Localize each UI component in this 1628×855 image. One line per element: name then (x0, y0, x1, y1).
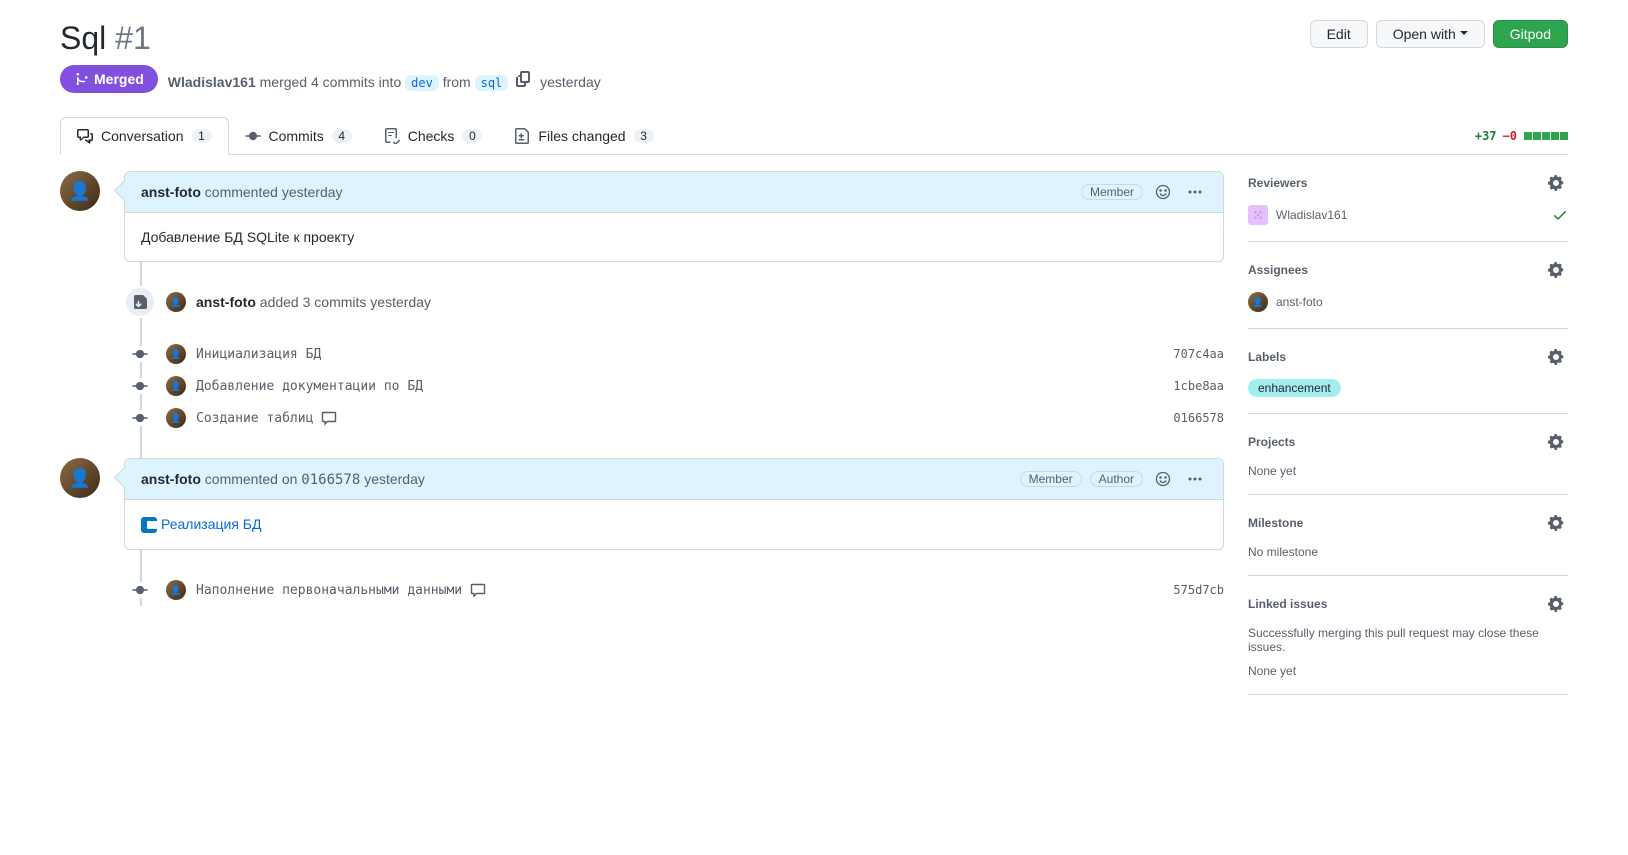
checks-count: 0 (462, 129, 482, 143)
gear-icon[interactable] (1544, 171, 1568, 195)
comment-body: Добавление БД SQLite к проекту (125, 213, 1223, 261)
comment-author[interactable]: anst-foto (141, 184, 201, 200)
commit-message[interactable]: Наполнение первоначальными данными (196, 582, 1163, 598)
avatar[interactable]: 👤 (166, 376, 186, 396)
pr-tabs: Conversation 1 Commits 4 Checks 0 Files … (60, 117, 1568, 155)
state-badge: Merged (60, 65, 158, 93)
diff-stats: +37 −0 (1475, 129, 1568, 143)
reviewers-heading: Reviewers (1248, 176, 1307, 190)
merge-actor[interactable]: Wladislav161 (168, 74, 256, 90)
repo-push-icon (124, 286, 156, 318)
member-badge: Member (1020, 471, 1082, 487)
assignee-name[interactable]: anst-foto (1276, 295, 1323, 309)
avatar[interactable]: 👤 (166, 408, 186, 428)
kebab-icon[interactable] (1183, 467, 1207, 491)
author-badge: Author (1090, 471, 1143, 487)
check-icon (1552, 207, 1568, 223)
avatar[interactable]: 👤 (166, 344, 186, 364)
pr-number: #1 (115, 20, 151, 56)
git-commit-icon (132, 410, 148, 426)
comment-author[interactable]: anst-foto (141, 471, 201, 487)
assignees-heading: Assignees (1248, 263, 1308, 277)
gear-icon[interactable] (1544, 511, 1568, 535)
git-merge-icon (74, 71, 90, 87)
trello-icon (141, 517, 157, 533)
projects-none: None yet (1248, 464, 1568, 478)
commit-sha[interactable]: 1cbe8aa (1173, 379, 1224, 393)
avatar[interactable]: 👤 (1248, 292, 1268, 312)
commit-sha[interactable]: 0166578 (301, 472, 360, 488)
gitpod-button[interactable]: Gitpod (1493, 20, 1568, 48)
comment-time[interactable]: yesterday (282, 184, 343, 200)
file-diff-icon (514, 128, 530, 144)
commit-row: 👤 Добавление документации по БД 1cbe8aa (124, 370, 1224, 402)
comment-box: anst-foto commented yesterday Member Доб… (124, 171, 1224, 262)
avatar[interactable] (1248, 205, 1268, 225)
comment-discussion-icon (77, 128, 93, 144)
avatar[interactable]: 👤 (166, 580, 186, 600)
conversation-count: 1 (192, 129, 212, 143)
kebab-icon[interactable] (1183, 180, 1207, 204)
pr-title: Sql #1 (60, 20, 151, 57)
commit-sha[interactable]: 707c4aa (1173, 347, 1224, 361)
gear-icon[interactable] (1544, 258, 1568, 282)
comment-time[interactable]: yesterday (364, 471, 425, 487)
label-pill[interactable]: enhancement (1248, 379, 1341, 397)
projects-heading: Projects (1248, 435, 1295, 449)
commit-row: 👤 Создание таблиц 0166578 (124, 402, 1224, 434)
comment-icon[interactable] (470, 582, 486, 598)
commit-message[interactable]: Инициализация БД (196, 347, 1163, 362)
commit-row: 👤 Инициализация БД 707c4aa (124, 338, 1224, 370)
caret-down-icon (1460, 31, 1468, 39)
comment-box: anst-foto commented on 0166578 yesterday… (124, 458, 1224, 550)
edit-button[interactable]: Edit (1310, 20, 1368, 48)
open-with-button[interactable]: Open with (1376, 20, 1485, 48)
checklist-icon (384, 128, 400, 144)
tab-conversation[interactable]: Conversation 1 (60, 117, 229, 155)
commit-sha[interactable]: 575d7cb (1173, 583, 1224, 597)
emoji-icon[interactable] (1151, 180, 1175, 204)
commit-message[interactable]: Создание таблиц (196, 410, 1163, 426)
tab-checks[interactable]: Checks 0 (368, 118, 499, 154)
head-branch[interactable]: sql (475, 75, 509, 91)
avatar[interactable]: 👤 (60, 171, 100, 211)
milestone-heading: Milestone (1248, 516, 1303, 530)
git-commit-icon (245, 128, 261, 144)
commit-sha[interactable]: 0166578 (1173, 411, 1224, 425)
linked-issues-none: None yet (1248, 664, 1568, 678)
avatar[interactable]: 👤 (60, 458, 100, 498)
emoji-icon[interactable] (1151, 467, 1175, 491)
git-commit-icon (132, 346, 148, 362)
merge-summary: Merged Wladislav161 merged 4 commits int… (60, 65, 1568, 93)
comment-icon[interactable] (321, 410, 337, 426)
copy-icon[interactable] (512, 67, 536, 91)
git-commit-icon (132, 582, 148, 598)
comment-body: Реализация БД (125, 500, 1223, 549)
git-commit-icon (132, 378, 148, 394)
linked-issues-desc: Successfully merging this pull request m… (1248, 626, 1568, 654)
event-author[interactable]: anst-foto (196, 294, 256, 310)
tab-files-changed[interactable]: Files changed 3 (498, 118, 669, 154)
commits-count: 4 (332, 129, 352, 143)
commit-row: 👤 Наполнение первоначальными данными 575… (124, 574, 1224, 606)
labels-heading: Labels (1248, 350, 1286, 364)
sidebar: Reviewers Wladislav161 Assignees 👤 anst-… (1248, 171, 1568, 695)
gear-icon[interactable] (1544, 430, 1568, 454)
trello-link[interactable]: Реализация БД (161, 516, 261, 532)
tab-commits[interactable]: Commits 4 (229, 118, 368, 154)
avatar[interactable]: 👤 (166, 292, 186, 312)
milestone-none: No milestone (1248, 545, 1568, 559)
base-branch[interactable]: dev (405, 75, 439, 91)
gear-icon[interactable] (1544, 345, 1568, 369)
files-count: 3 (634, 129, 654, 143)
member-badge: Member (1081, 184, 1143, 200)
linked-issues-heading: Linked issues (1248, 597, 1327, 611)
gear-icon[interactable] (1544, 592, 1568, 616)
timeline-event: 👤 anst-foto added 3 commits yesterday (124, 278, 1224, 326)
merge-time: yesterday (540, 74, 601, 90)
commit-message[interactable]: Добавление документации по БД (196, 379, 1163, 394)
header-actions: Edit Open with Gitpod (1310, 20, 1568, 48)
reviewer-name[interactable]: Wladislav161 (1276, 208, 1347, 222)
